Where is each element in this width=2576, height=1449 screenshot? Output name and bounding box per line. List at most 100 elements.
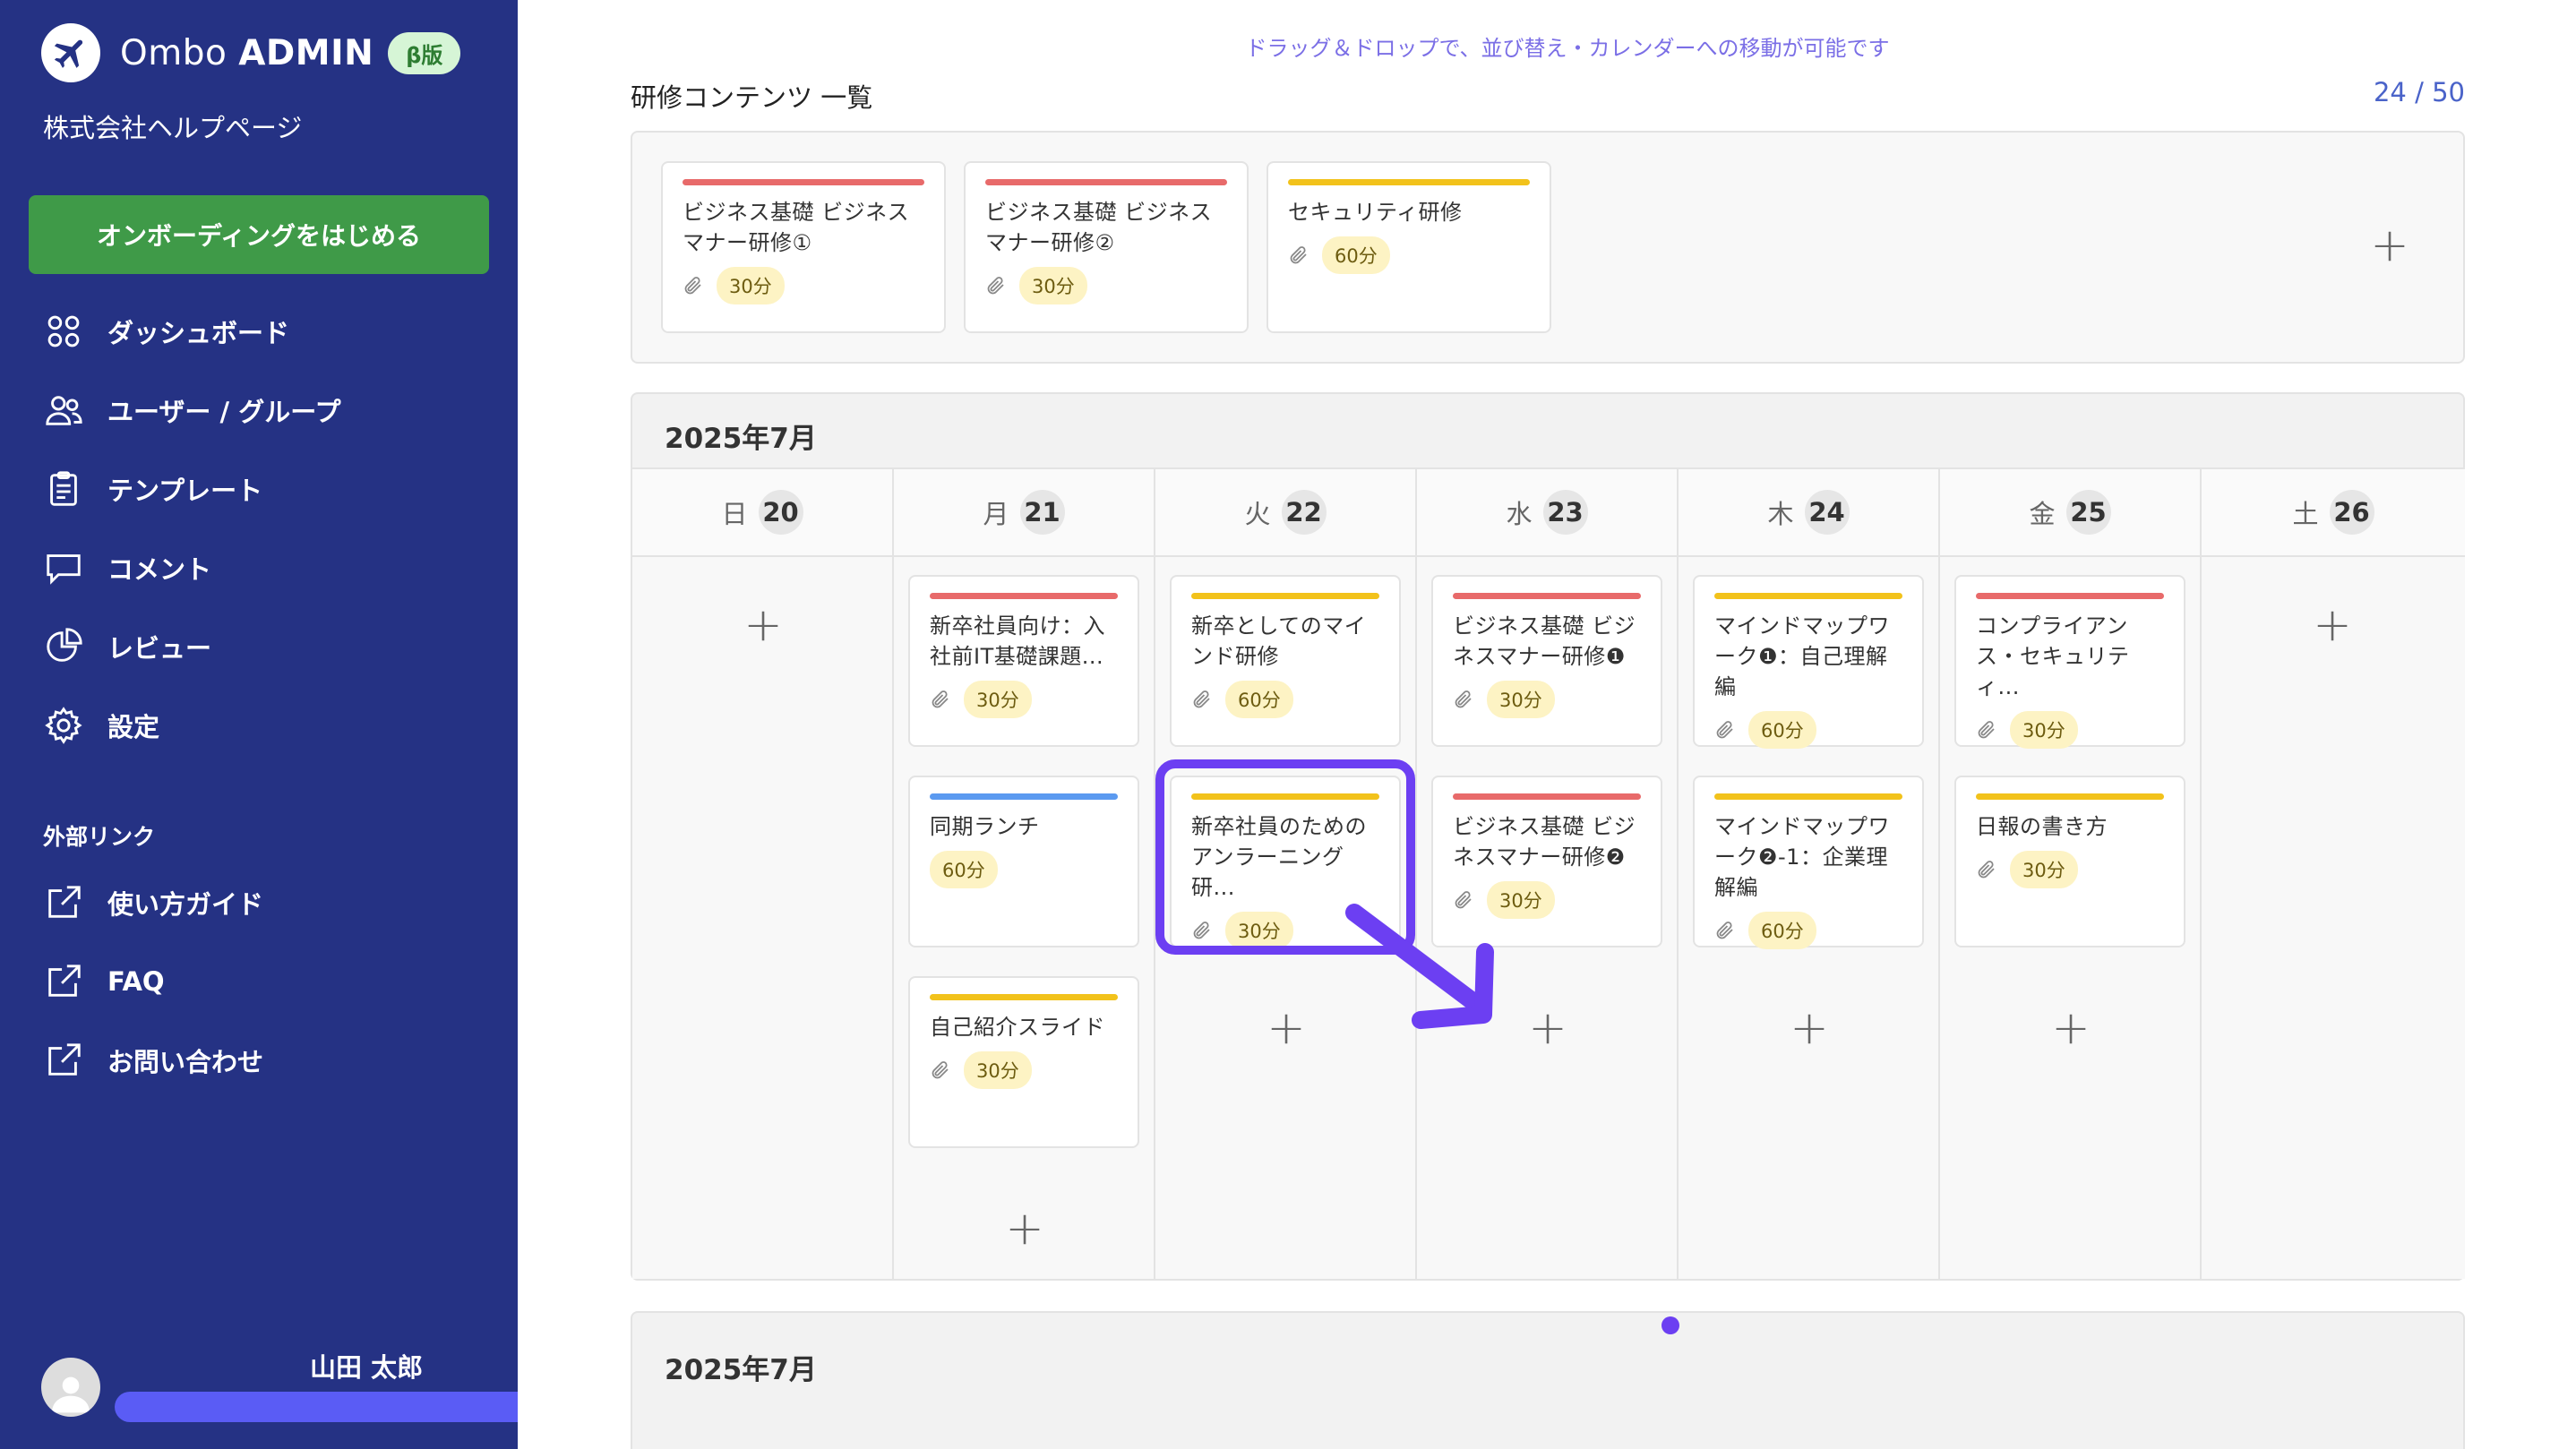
card-title: 新卒としてのマインド研修 — [1191, 613, 1367, 669]
card-title: セキュリティ研修 — [1288, 200, 1463, 225]
day-column-thu: 木 24 マインドマップワーク❶：自己理解編 60分 マインドマップワーク❷-1：… — [1679, 469, 1940, 1281]
event-card[interactable]: 日報の書き方 30分 — [1954, 776, 2185, 947]
duration-badge: 30分 — [717, 267, 785, 304]
event-card[interactable]: 新卒としてのマインド研修 60分 — [1170, 575, 1401, 747]
event-card[interactable]: コンプライアンス・セキュリティ... 30分 — [1954, 575, 2185, 749]
chat-bubble-icon — [47, 554, 81, 585]
category-bar — [1453, 593, 1641, 599]
day-number: 21 — [1019, 490, 1065, 535]
nav-settings[interactable]: 設定 — [43, 699, 159, 752]
external-link-icon — [48, 965, 81, 997]
day-column-sun: 日 20 + — [632, 469, 894, 1281]
external-link-icon — [48, 886, 81, 918]
nav-comments[interactable]: コメント — [43, 541, 211, 595]
category-bar — [930, 793, 1118, 800]
day-number: 24 — [1804, 490, 1850, 535]
airplane-icon — [41, 23, 100, 82]
day-of-week: 土 — [2292, 499, 2319, 529]
external-link-icon — [48, 1043, 81, 1076]
nav-dashboard[interactable]: ダッシュボード — [43, 304, 289, 358]
card-title: 自己紹介スライド — [930, 1015, 1105, 1040]
day-number: 25 — [2065, 490, 2111, 535]
paperclip-icon — [1978, 721, 1995, 739]
user-menu-bar[interactable] — [115, 1392, 518, 1422]
content-card[interactable]: セキュリティ研修 60分 — [1267, 161, 1551, 333]
drag-drop-hint: ドラッグ＆ドロップで、並び替え・カレンダーへの移動が可能です — [1245, 36, 1890, 61]
calendar-month-next: 2025年7月 — [631, 1311, 2465, 1449]
category-bar — [930, 593, 1118, 599]
card-title: ビジネス基礎 ビジネスマナー研修❶ — [1453, 613, 1636, 669]
add-event-button[interactable]: + — [2044, 1005, 2098, 1051]
nav-reviews[interactable]: レビュー — [43, 620, 211, 673]
nav-label: レビュー — [107, 633, 212, 664]
add-content-button[interactable]: + — [2363, 222, 2417, 269]
nav-templates[interactable]: テンプレート — [43, 462, 262, 516]
duration-badge: 60分 — [1748, 711, 1816, 749]
gear-icon — [45, 707, 82, 744]
paperclip-icon — [1455, 690, 1472, 708]
duration-badge: 30分 — [2010, 851, 2078, 888]
card-meta: 60分 — [1288, 236, 1530, 274]
day-header: 水 23 — [1417, 469, 1677, 557]
card-meta: 60分 — [1714, 711, 1902, 749]
day-number: 20 — [758, 490, 803, 535]
day-of-week: 水 — [1506, 499, 1533, 529]
day-of-week: 月 — [983, 499, 1009, 529]
event-card[interactable]: 新卒社員向け：入社前IT基礎課題... 30分 — [908, 575, 1139, 747]
start-onboarding-button[interactable]: オンボーディングをはじめる — [29, 195, 489, 274]
calendar-title: 2025年7月 — [665, 1354, 817, 1386]
day-column-fri: 金 25 コンプライアンス・セキュリティ... 30分 日報の書き方 30分 + — [1940, 469, 2202, 1281]
day-header: 土 26 — [2202, 469, 2465, 557]
card-meta: 60分 — [930, 851, 1118, 888]
nav-label: コメント — [107, 554, 212, 585]
day-column-wed: 水 23 ビジネス基礎 ビジネスマナー研修❶ 30分 ビジネス基礎 ビジネスマナー… — [1417, 469, 1679, 1281]
day-column-sat: 土 26 + — [2202, 469, 2465, 1281]
calendar-month: 2025年7月 日 20 + 月 21 新卒社員向け：入社前IT基礎課題... 30… — [631, 392, 2465, 1281]
add-event-button[interactable]: + — [998, 1205, 1052, 1252]
paperclip-icon — [1716, 721, 1733, 739]
link-faq[interactable]: FAQ — [43, 955, 165, 1008]
paperclip-icon — [987, 277, 1004, 295]
beta-badge: β版 — [388, 31, 461, 74]
add-event-button[interactable]: + — [736, 602, 790, 648]
calendar-grid: 日 20 + 月 21 新卒社員向け：入社前IT基礎課題... 30分 同期ランチ … — [632, 467, 2465, 1281]
nav-label: FAQ — [107, 966, 165, 997]
card-title: 同期ランチ — [930, 814, 1040, 839]
card-meta: 30分 — [683, 267, 924, 304]
content-card[interactable]: ビジネス基礎 ビジネスマナー研修① 30分 — [661, 161, 946, 333]
card-meta: 30分 — [1976, 851, 2164, 888]
card-meta: 60分 — [1714, 912, 1902, 949]
card-meta: 30分 — [1976, 711, 2164, 749]
event-card[interactable]: 同期ランチ 60分 — [908, 776, 1139, 947]
add-event-button[interactable]: + — [1521, 1005, 1575, 1051]
event-card[interactable]: ビジネス基礎 ビジネスマナー研修❶ 30分 — [1431, 575, 1662, 747]
event-card[interactable]: マインドマップワーク❷-1：企業理解編 60分 — [1693, 776, 1924, 949]
nav-label: 設定 — [107, 712, 160, 742]
category-bar — [1976, 593, 2164, 599]
link-contact[interactable]: お問い合わせ — [43, 1033, 263, 1087]
avatar[interactable] — [41, 1358, 100, 1417]
content-counter: 24 / 50 — [2373, 77, 2465, 107]
external-links-label: 外部リンク — [43, 824, 156, 850]
add-event-button[interactable]: + — [1259, 1005, 1313, 1051]
day-header: 火 22 — [1155, 469, 1415, 557]
content-card[interactable]: ビジネス基礎 ビジネスマナー研修② 30分 — [964, 161, 1249, 333]
duration-badge: 30分 — [1487, 681, 1555, 718]
logo[interactable]: Ombo ADMIN β版 — [41, 21, 461, 84]
link-usage-guide[interactable]: 使い方ガイド — [43, 876, 263, 930]
event-card[interactable]: 自己紹介スライド 30分 — [908, 976, 1139, 1148]
card-title: 新卒社員向け：入社前IT基礎課題... — [930, 613, 1105, 669]
nav-users-groups[interactable]: ユーザー / グループ — [43, 383, 340, 437]
duration-badge: 60分 — [1748, 912, 1816, 949]
paperclip-icon — [932, 690, 949, 708]
add-event-button[interactable]: + — [2306, 602, 2359, 648]
user-icon — [52, 1376, 90, 1413]
day-of-week: 金 — [2029, 499, 2056, 529]
day-column-mon: 月 21 新卒社員向け：入社前IT基礎課題... 30分 同期ランチ 60分 自己… — [894, 469, 1155, 1281]
nav-label: 使い方ガイド — [107, 889, 264, 920]
add-event-button[interactable]: + — [1782, 1005, 1836, 1051]
event-card[interactable]: マインドマップワーク❶：自己理解編 60分 — [1693, 575, 1924, 749]
day-header: 木 24 — [1679, 469, 1938, 557]
nav-label: ダッシュボード — [107, 318, 290, 348]
paperclip-icon — [932, 1061, 949, 1079]
